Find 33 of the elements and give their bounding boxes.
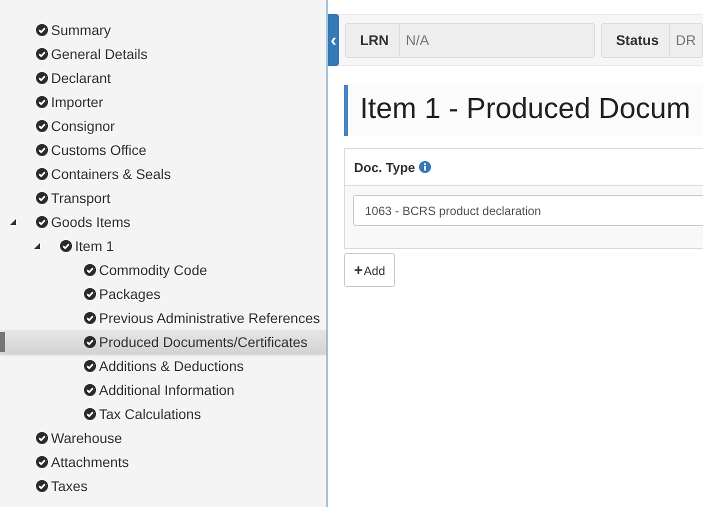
- expanded-triangle-icon[interactable]: [10, 219, 16, 225]
- tree-item[interactable]: Declarant: [0, 66, 326, 90]
- expanded-triangle-icon[interactable]: [34, 243, 40, 249]
- info-icon[interactable]: [419, 161, 432, 173]
- field-value: N/A: [404, 31, 430, 50]
- column-label: Doc. Type: [354, 160, 416, 174]
- doc-type-field[interactable]: 1063 - BCRS product declaration: [353, 195, 703, 226]
- tree-item[interactable]: Containers & Seals: [0, 162, 326, 186]
- tree-item[interactable]: Summary: [0, 18, 326, 42]
- tree-item[interactable]: Additions & Deductions: [0, 354, 326, 378]
- tree-item[interactable]: Attachments: [0, 450, 326, 474]
- tree-item[interactable]: Packages: [0, 282, 326, 306]
- tree-item[interactable]: Tax Calculations: [0, 402, 326, 426]
- tree-item[interactable]: Customs Office: [0, 138, 326, 162]
- tree-item[interactable]: Produced Documents/Certificates: [0, 330, 326, 354]
- tree-item[interactable]: Goods Items: [0, 210, 326, 234]
- tree-item[interactable]: Additional Information: [0, 378, 326, 402]
- collapse-sidebar-button[interactable]: ‹: [328, 14, 339, 66]
- tree-item[interactable]: General Details: [0, 42, 326, 66]
- tree-item[interactable]: Commodity Code: [0, 258, 326, 282]
- tree-item[interactable]: Taxes: [0, 474, 326, 498]
- field-value: DR: [674, 31, 697, 50]
- field-label: Status: [602, 24, 670, 56]
- add-button[interactable]: +Add: [344, 253, 396, 287]
- page-title: Item 1 - Produced Docum: [344, 85, 703, 136]
- tree-item[interactable]: Importer: [0, 90, 326, 114]
- tree-item[interactable]: Item 1: [0, 234, 326, 258]
- tree-item[interactable]: Consignor: [0, 114, 326, 138]
- tree-item[interactable]: Previous Administrative References: [0, 306, 326, 330]
- tree-item[interactable]: Transport: [0, 186, 326, 210]
- selection-indicator: [0, 332, 5, 352]
- tree-item[interactable]: Warehouse: [0, 426, 326, 450]
- field-label: LRN: [346, 24, 400, 56]
